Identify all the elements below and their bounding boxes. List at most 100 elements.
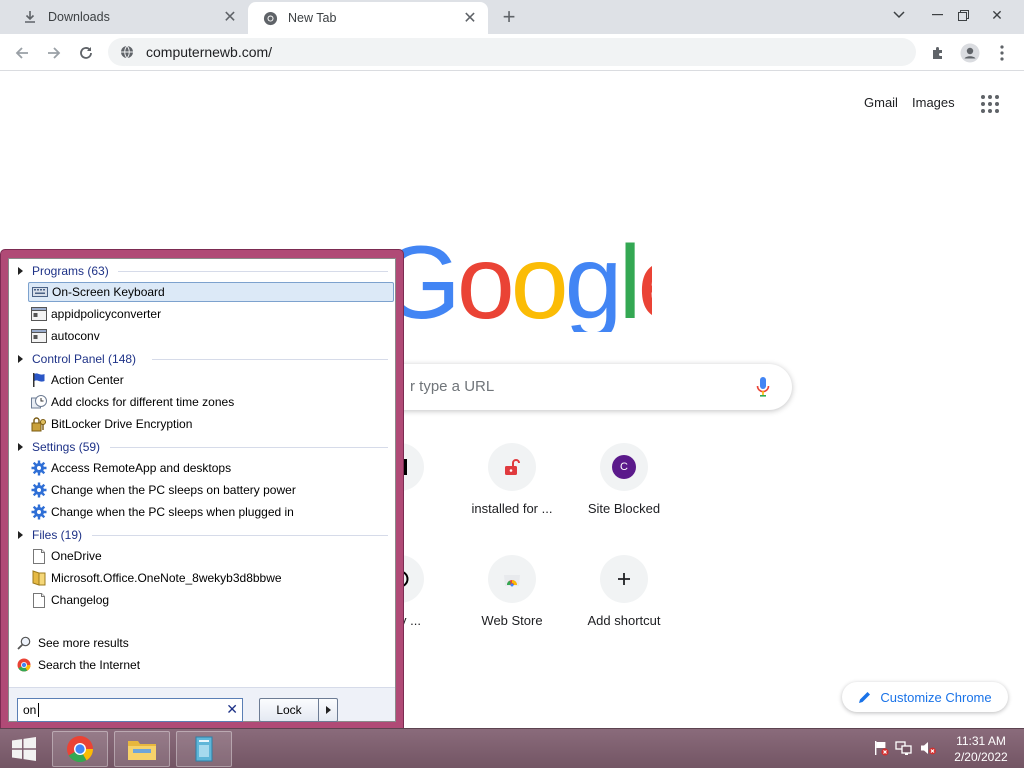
shortcut-tile[interactable]: C Site Blocked	[568, 443, 680, 555]
taskbar-file-explorer[interactable]	[114, 731, 170, 767]
reload-button[interactable]	[72, 39, 100, 67]
taskbar-app[interactable]	[176, 731, 232, 767]
result-label: Microsoft.Office.OneNote_8wekyb3d8bbwe	[51, 571, 282, 585]
result-add-clocks[interactable]: Add clocks for different time zones	[28, 392, 394, 412]
mic-icon[interactable]	[756, 377, 770, 397]
new-tab-button[interactable]: +	[496, 4, 522, 30]
clock-icon	[31, 394, 47, 410]
globe-icon	[120, 45, 136, 59]
group-title: Files (19)	[32, 528, 83, 542]
result-onedrive[interactable]: OneDrive	[28, 546, 394, 566]
restore-button[interactable]	[946, 0, 980, 30]
result-sleep-battery[interactable]: Change when the PC sleeps on battery pow…	[28, 480, 394, 500]
magnifier-icon	[16, 635, 32, 651]
group-title: Programs (63)	[32, 264, 109, 278]
extensions-icon[interactable]	[924, 39, 952, 67]
app-icon	[31, 306, 47, 322]
chrome-icon	[67, 736, 94, 763]
search-placeholder: r type a URL	[410, 378, 495, 395]
clock-date[interactable]: 2/20/2022	[946, 750, 1016, 764]
group-control-panel[interactable]: Control Panel (148)	[18, 350, 388, 368]
address-bar[interactable]: computernewb.com/	[108, 38, 916, 66]
group-files[interactable]: Files (19)	[18, 526, 388, 544]
result-appidpolicyconverter[interactable]: appidpolicyconverter	[28, 304, 394, 324]
url-text: computernewb.com/	[146, 44, 273, 60]
group-programs[interactable]: Programs (63)	[18, 262, 388, 280]
images-link[interactable]: Images	[912, 95, 955, 110]
apps-grid-icon[interactable]	[980, 94, 1000, 114]
result-label: BitLocker Drive Encryption	[51, 417, 193, 431]
expand-arrow-icon	[18, 267, 23, 275]
shortcut-label: Add shortcut	[587, 613, 661, 628]
close-icon[interactable]: ✕	[218, 5, 242, 29]
start-search-input[interactable]: on ✕	[17, 698, 243, 722]
gmail-link[interactable]: Gmail	[864, 95, 898, 110]
clock-time[interactable]: 11:31 AM	[946, 734, 1016, 748]
start-menu: Programs (63) On-Screen Keyboard appidpo…	[0, 249, 404, 729]
chevron-down-icon[interactable]	[882, 0, 916, 30]
result-action-center[interactable]: Action Center	[28, 370, 394, 390]
download-icon	[22, 9, 38, 25]
tab-strip: Downloads ✕ New Tab ✕ + ✕	[0, 0, 1024, 34]
tab-downloads[interactable]: Downloads ✕	[8, 0, 248, 34]
web-store-icon	[488, 555, 536, 603]
taskbar-chrome[interactable]	[52, 731, 108, 767]
menu-dots-icon[interactable]	[988, 39, 1016, 67]
search-internet-link[interactable]: Search the Internet	[16, 656, 140, 674]
close-icon[interactable]: ✕	[458, 6, 482, 30]
letter-c-icon: C	[600, 443, 648, 491]
result-sleep-plugged-in[interactable]: Change when the PC sleeps when plugged i…	[28, 502, 394, 522]
result-label: OneDrive	[51, 549, 102, 563]
google-logo: Google	[380, 225, 652, 332]
action-center-flag-icon[interactable]	[870, 737, 892, 759]
result-label: appidpolicyconverter	[51, 307, 162, 321]
clear-icon[interactable]: ✕	[226, 701, 238, 718]
plus-icon	[600, 555, 648, 603]
close-window-button[interactable]: ✕	[980, 0, 1014, 30]
group-title: Settings (59)	[32, 440, 101, 454]
svg-text:Google: Google	[380, 225, 652, 332]
group-settings[interactable]: Settings (59)	[18, 438, 388, 456]
key-icon	[31, 416, 47, 432]
power-options-arrow[interactable]	[318, 698, 338, 722]
profile-icon[interactable]	[956, 39, 984, 67]
result-on-screen-keyboard[interactable]: On-Screen Keyboard	[28, 282, 394, 302]
start-button[interactable]	[0, 731, 48, 767]
app-icon	[31, 328, 47, 344]
chrome-icon	[262, 10, 278, 26]
result-label: Access RemoteApp and desktops	[51, 461, 232, 475]
result-bitlocker[interactable]: BitLocker Drive Encryption	[28, 414, 394, 434]
result-autoconv[interactable]: autoconv	[28, 326, 394, 346]
shortcut-tile[interactable]: installed for ...	[456, 443, 568, 555]
result-label: autoconv	[51, 329, 100, 343]
result-label: On-Screen Keyboard	[52, 285, 165, 299]
lock-button[interactable]: Lock	[259, 698, 319, 722]
expand-arrow-icon	[18, 531, 23, 539]
result-label: Action Center	[51, 373, 124, 387]
shortcut-label: installed for ...	[471, 501, 553, 516]
result-changelog[interactable]: Changelog	[28, 590, 394, 610]
divider	[118, 271, 388, 272]
search-text: on	[23, 703, 37, 717]
see-more-results-link[interactable]: See more results	[16, 634, 129, 652]
shortcut-tile[interactable]: Web Store	[456, 555, 568, 667]
group-title: Control Panel (148)	[32, 352, 137, 366]
customize-chrome-button[interactable]: Customize Chrome	[842, 682, 1008, 712]
result-label: Change when the PC sleeps when plugged i…	[51, 505, 294, 519]
result-label: Add clocks for different time zones	[51, 395, 235, 409]
pencil-icon	[858, 690, 872, 704]
network-icon[interactable]	[892, 737, 916, 759]
tab-new-tab[interactable]: New Tab ✕	[248, 2, 488, 34]
chrome-icon	[16, 657, 32, 673]
result-label: Changelog	[51, 593, 110, 607]
gear-icon	[31, 504, 47, 520]
add-shortcut-tile[interactable]: Add shortcut	[568, 555, 680, 667]
divider	[110, 447, 388, 448]
forward-button[interactable]	[40, 39, 68, 67]
result-access-remoteapp[interactable]: Access RemoteApp and desktops	[28, 458, 394, 478]
shortcut-label: Web Store	[481, 613, 543, 628]
result-onenote-folder[interactable]: Microsoft.Office.OneNote_8wekyb3d8bbwe	[28, 568, 394, 588]
back-button[interactable]	[8, 39, 36, 67]
volume-muted-icon[interactable]	[916, 737, 940, 759]
gear-icon	[31, 460, 47, 476]
